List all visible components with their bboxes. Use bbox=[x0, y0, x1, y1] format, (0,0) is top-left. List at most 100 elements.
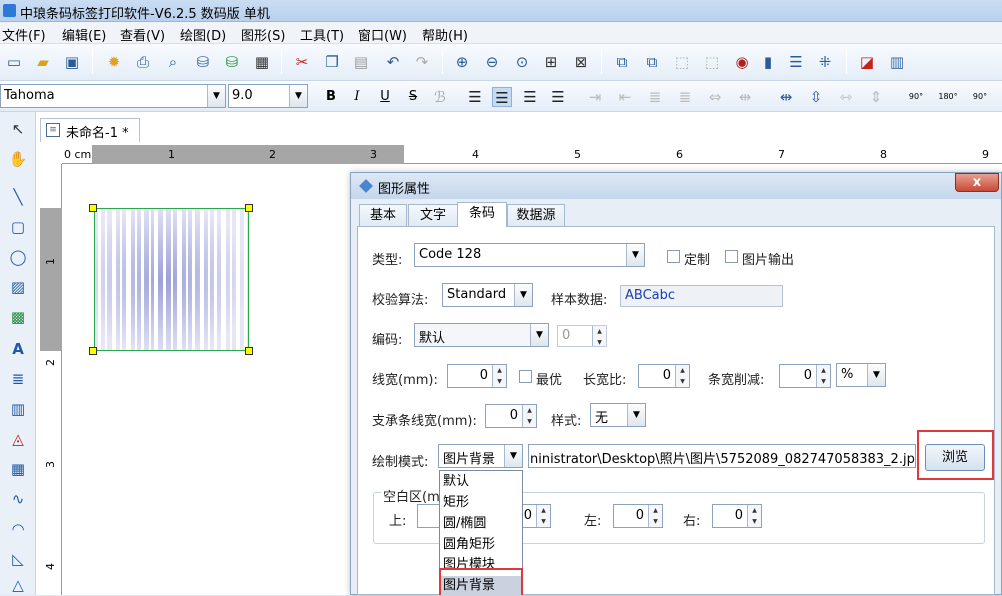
right-stepper[interactable]: 0 ▲ ▼ bbox=[712, 504, 762, 528]
tab-text[interactable]: 文字 bbox=[408, 204, 458, 227]
vertical-center-icon[interactable]: ⇳ bbox=[806, 87, 826, 107]
ungroup-icon[interactable]: ⧉ bbox=[642, 52, 662, 72]
char-spacing-icon[interactable]: ⇔ bbox=[705, 87, 725, 107]
outdent-icon[interactable]: ⇤ bbox=[615, 87, 635, 107]
rotate-90-button[interactable]: 90° bbox=[902, 87, 930, 107]
print-preview-icon[interactable]: ⌕ bbox=[163, 52, 183, 72]
resize-handle[interactable] bbox=[245, 204, 253, 212]
resize-handle[interactable] bbox=[89, 204, 97, 212]
close-button[interactable]: x bbox=[955, 173, 999, 192]
support-bar-stepper[interactable]: 0 ▲ ▼ bbox=[485, 404, 537, 428]
font-select[interactable]: Tahoma ▼ bbox=[0, 84, 226, 108]
database-icon[interactable]: ⛁ bbox=[193, 52, 213, 72]
encoding-number[interactable]: 0 ▲ ▼ bbox=[557, 325, 607, 347]
tab-barcode[interactable]: 条码 bbox=[457, 202, 507, 227]
ratio-stepper[interactable]: 0 ▲ ▼ bbox=[638, 364, 690, 388]
menu-shape[interactable]: 图形(S) bbox=[241, 25, 285, 44]
triangle-icon[interactable]: △ bbox=[7, 574, 29, 596]
polygon-icon[interactable]: ◺ bbox=[7, 548, 29, 570]
menu-window[interactable]: 窗口(W) bbox=[358, 25, 407, 44]
barcode-object[interactable] bbox=[94, 208, 249, 351]
encoding-select[interactable]: 默认 ▼ bbox=[414, 323, 549, 347]
bar-reduce-stepper[interactable]: 0 ▲ ▼ bbox=[779, 364, 831, 388]
open-icon[interactable]: ▰ bbox=[33, 52, 53, 72]
arc-icon[interactable]: ◠ bbox=[7, 518, 29, 540]
calculator-icon[interactable]: ▥ bbox=[887, 52, 907, 72]
undo-icon[interactable]: ↶ bbox=[383, 52, 403, 72]
grid-icon[interactable]: ▦ bbox=[252, 52, 272, 72]
database-link-icon[interactable]: ⛁ bbox=[222, 52, 242, 72]
text-fit-icon[interactable]: ⇹ bbox=[735, 87, 755, 107]
align-right-icon[interactable]: ☰ bbox=[520, 87, 540, 107]
image-output-checkbox[interactable] bbox=[725, 250, 738, 263]
tab-basic[interactable]: 基本 bbox=[359, 204, 407, 227]
dialog-title-bar[interactable] bbox=[351, 173, 1001, 199]
left-stepper[interactable]: 0 ▲ ▼ bbox=[613, 504, 663, 528]
option-default[interactable]: 默认 bbox=[441, 472, 521, 492]
para-spacing-icon[interactable]: ≣ bbox=[675, 87, 695, 107]
fit-page-icon[interactable]: ⊞ bbox=[541, 52, 561, 72]
qrcode-icon[interactable]: ▦ bbox=[7, 458, 29, 480]
align-center-icon[interactable]: ☰ bbox=[492, 87, 512, 107]
menu-help[interactable]: 帮助(H) bbox=[422, 25, 468, 44]
copy-icon[interactable]: ❐ bbox=[322, 52, 342, 72]
checksum-select[interactable]: Standard ▼ bbox=[442, 283, 533, 307]
italic-button[interactable]: I bbox=[347, 87, 367, 107]
menu-draw[interactable]: 绘图(D) bbox=[180, 25, 226, 44]
indent-icon[interactable]: ⇥ bbox=[585, 87, 605, 107]
rectangle-icon[interactable]: ▢ bbox=[7, 216, 29, 238]
barcode-icon[interactable]: ▥ bbox=[7, 398, 29, 420]
text-icon[interactable]: A bbox=[7, 338, 29, 360]
distribute-icon[interactable]: ⬚ bbox=[702, 52, 722, 72]
resize-icon[interactable]: ⁜ bbox=[815, 52, 835, 72]
paste-icon[interactable]: ▤ bbox=[351, 52, 371, 72]
curve-icon[interactable]: ∿ bbox=[7, 488, 29, 510]
text-effect-icon[interactable]: ℬ bbox=[430, 87, 450, 107]
cut-icon[interactable]: ✂ bbox=[292, 52, 312, 72]
lock-icon[interactable]: ▮ bbox=[758, 52, 778, 72]
pdf-icon[interactable]: ◪ bbox=[857, 52, 877, 72]
new-icon[interactable]: ▭ bbox=[4, 52, 24, 72]
image-icon[interactable]: ▨ bbox=[7, 276, 29, 298]
stamp-icon[interactable]: ◬ bbox=[7, 428, 29, 450]
line-icon[interactable]: ╲ bbox=[7, 186, 29, 208]
justify-icon[interactable]: ☰ bbox=[548, 87, 568, 107]
zoom-in-icon[interactable]: ⊕ bbox=[452, 52, 472, 72]
print-icon[interactable]: ⎙ bbox=[133, 52, 153, 72]
option-rounded-rect[interactable]: 圆角矩形 bbox=[441, 535, 521, 555]
redo-icon[interactable]: ↷ bbox=[412, 52, 432, 72]
same-width-icon[interactable]: ⇿ bbox=[836, 87, 856, 107]
menu-file[interactable]: 文件(F) bbox=[2, 25, 46, 44]
settings-icon[interactable]: ✹ bbox=[104, 52, 124, 72]
bar-reduce-unit-select[interactable]: % ▼ bbox=[836, 363, 886, 387]
style-select[interactable]: 无 ▼ bbox=[590, 403, 646, 427]
rotate-180-button[interactable]: 180° bbox=[934, 87, 962, 107]
bold-button[interactable]: B bbox=[321, 87, 341, 107]
line-spacing-icon[interactable]: ≣ bbox=[645, 87, 665, 107]
zoom-icon[interactable]: ⊙ bbox=[512, 52, 532, 72]
select-icon[interactable]: ↖ bbox=[7, 118, 29, 140]
zoom-out-icon[interactable]: ⊖ bbox=[482, 52, 502, 72]
image-path-field[interactable]: ninistrator\Desktop\照片\图片\5752089_082747… bbox=[528, 444, 916, 468]
custom-checkbox[interactable] bbox=[667, 250, 680, 263]
resize-handle[interactable] bbox=[245, 347, 253, 355]
underline-button[interactable]: U bbox=[375, 87, 395, 107]
top-stepper[interactable] bbox=[417, 504, 441, 528]
pan-icon[interactable]: ✋ bbox=[7, 148, 29, 170]
tab-datasource[interactable]: 数据源 bbox=[507, 204, 565, 227]
strike-button[interactable]: S bbox=[403, 87, 423, 107]
group-icon[interactable]: ⧉ bbox=[612, 52, 632, 72]
ellipse-icon[interactable]: ◯ bbox=[7, 246, 29, 268]
horizontal-center-icon[interactable]: ⇹ bbox=[776, 87, 796, 107]
align-left-icon[interactable]: ☰ bbox=[465, 87, 485, 107]
line-width-stepper[interactable]: 0 ▲ ▼ bbox=[447, 364, 507, 388]
resize-handle[interactable] bbox=[89, 347, 97, 355]
fit-window-icon[interactable]: ⊠ bbox=[571, 52, 591, 72]
save-icon[interactable]: ▣ bbox=[62, 52, 82, 72]
menu-view[interactable]: 查看(V) bbox=[120, 25, 165, 44]
rotate-270-button[interactable]: 90° bbox=[966, 87, 994, 107]
draw-mode-select[interactable]: 图片背景 ▼ bbox=[438, 444, 523, 468]
font-size-select[interactable]: 9.0 ▼ bbox=[228, 84, 308, 108]
layout-icon[interactable]: ☰ bbox=[786, 52, 806, 72]
optimal-checkbox[interactable] bbox=[519, 370, 532, 383]
